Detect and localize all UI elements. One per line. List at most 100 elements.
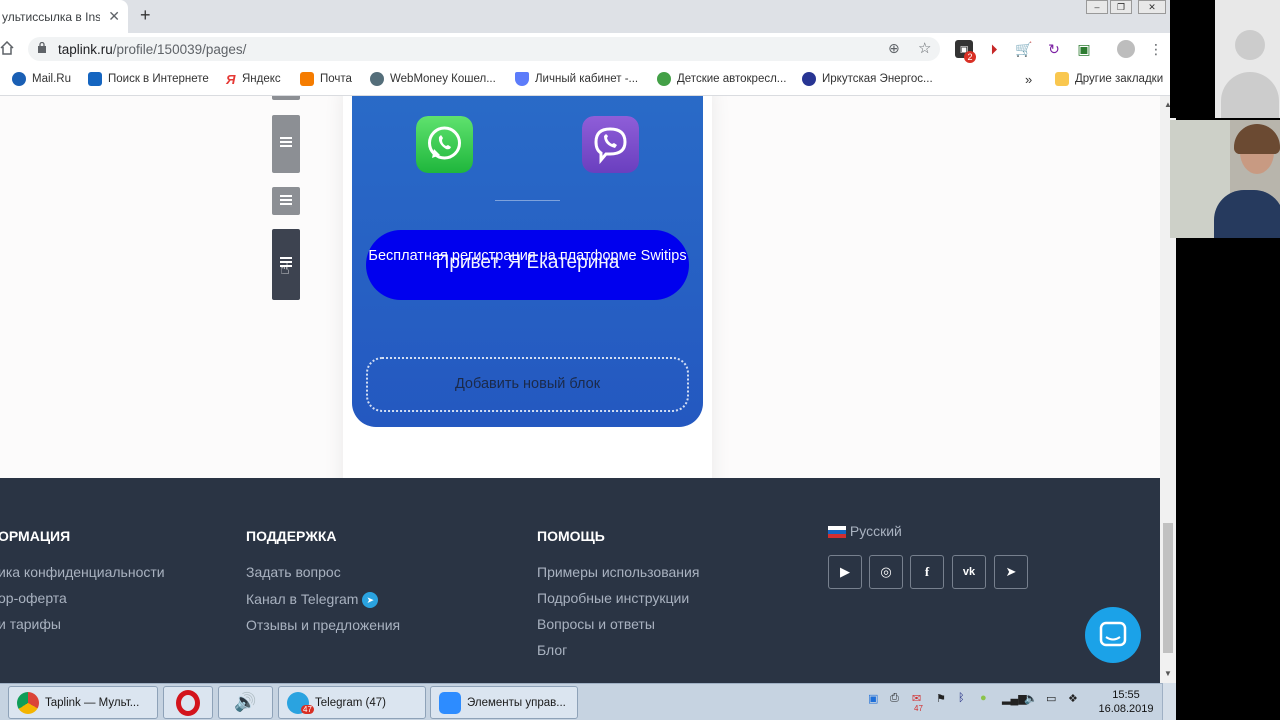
minimize-icon[interactable]: –: [1086, 0, 1108, 14]
drag-handle[interactable]: [272, 187, 300, 215]
url-path: /profile/150039/pages/: [112, 42, 247, 57]
footer-link-label: Канал в Telegram: [246, 591, 359, 607]
omnibox[interactable]: taplink.ru/profile/150039/pages/ ⊕ ☆: [28, 37, 940, 61]
person-body-icon: [1221, 72, 1279, 118]
instagram-icon[interactable]: ◎: [869, 555, 903, 589]
volume-icon[interactable]: 🔈: [1024, 692, 1038, 705]
registration-button[interactable]: Бесплатная регистрация на платформе Swit…: [366, 230, 689, 300]
footer-link[interactable]: Блог: [537, 642, 567, 658]
url-text[interactable]: taplink.ru/profile/150039/pages/: [58, 42, 246, 57]
scroll-down-icon[interactable]: ▼: [1164, 669, 1172, 678]
divider: [495, 200, 560, 201]
bookmark-label: WebMoney Кошел...: [390, 73, 496, 85]
add-icon[interactable]: ⊕: [888, 40, 900, 57]
battery-icon[interactable]: ▭: [1046, 692, 1056, 705]
tray-printer-icon[interactable]: ⎙: [890, 692, 899, 705]
system-clock[interactable]: 15:55 16.08.2019: [1096, 688, 1156, 716]
language-selector[interactable]: Русский: [828, 523, 902, 539]
taskbar-item-telegram[interactable]: Telegram (47) 47: [278, 686, 426, 719]
footer-link[interactable]: Отзывы и предложения: [246, 617, 400, 633]
bookmark-label: Иркутская Энергос...: [822, 73, 933, 85]
footer-link[interactable]: Примеры использования: [537, 564, 699, 580]
dots-icon: [657, 72, 671, 86]
footer-link[interactable]: и тарифы: [0, 616, 61, 632]
taskbar-item-opera[interactable]: [163, 686, 213, 719]
footer-link[interactable]: ика конфиденциальности: [0, 564, 165, 580]
person-icon: [1235, 30, 1265, 60]
bookmark-item[interactable]: Личный кабинет -...: [515, 72, 638, 86]
cart-icon[interactable]: 🛒: [1015, 40, 1033, 58]
chat-icon: [1099, 621, 1127, 647]
footer-link[interactable]: Канал в Telegram ➤: [246, 591, 379, 609]
bookmark-item[interactable]: WebMoney Кошел...: [370, 72, 496, 86]
opera-icon: [176, 689, 200, 716]
presenter-hair: [1234, 124, 1280, 154]
menu-icon[interactable]: ⋮: [1147, 40, 1165, 58]
network-icon[interactable]: ▂▄▆: [1002, 692, 1027, 705]
restore-icon[interactable]: ❐: [1110, 0, 1132, 14]
webcam-video: [1170, 120, 1280, 238]
bookmark-item[interactable]: Mail.Ru: [12, 72, 71, 86]
bookmark-item[interactable]: Иркутская Энергос...: [802, 72, 933, 86]
taskbar-item-chrome[interactable]: Taplink — Мульт...: [8, 686, 158, 719]
add-block-button[interactable]: Добавить новый блок: [366, 357, 689, 412]
footer-link[interactable]: Задать вопрос: [246, 564, 341, 580]
bookmark-label: Поиск в Интернете: [108, 73, 209, 85]
star-icon[interactable]: ☆: [918, 39, 931, 57]
new-tab-icon[interactable]: +: [140, 5, 151, 26]
tray-app-icon[interactable]: ●: [980, 692, 987, 704]
refresh-ext-icon[interactable]: ↻: [1045, 40, 1063, 58]
bookmark-item[interactable]: Поиск в Интернете: [88, 72, 209, 86]
lock-icon: [38, 42, 46, 53]
clock-date: 16.08.2019: [1098, 703, 1154, 715]
bookmark-label: Личный кабинет -...: [535, 73, 639, 85]
bookmarks-overflow[interactable]: »: [1025, 72, 1032, 87]
bookmark-label: Детские автокресл...: [677, 73, 787, 85]
footer-link[interactable]: Вопросы и ответы: [537, 616, 655, 632]
bluetooth-icon[interactable]: ᛒ: [958, 692, 965, 704]
viber-icon[interactable]: [582, 116, 639, 173]
drag-handle[interactable]: [272, 96, 300, 100]
taskbar-item-audio[interactable]: 🔊: [218, 686, 273, 719]
windows-taskbar: Taplink — Мульт... 🔊 Telegram (47) 47 Эл…: [0, 683, 1176, 720]
mail-icon: [300, 72, 314, 86]
tray-flag-icon[interactable]: ⚑: [936, 692, 946, 705]
bookmark-item[interactable]: Детские автокресл...: [657, 72, 786, 86]
taskbar-item-zoom[interactable]: Элементы управ...: [430, 686, 578, 719]
tab-close-icon[interactable]: ✕: [108, 8, 120, 25]
tray-zoom-icon[interactable]: ▣: [868, 692, 878, 705]
bookmark-label: Mail.Ru: [32, 73, 71, 85]
bookmark-label: Яндекс: [242, 73, 281, 85]
vk-icon[interactable]: vk: [952, 555, 986, 589]
footer-heading-info: ОРМАЦИЯ: [0, 528, 71, 544]
footer-link[interactable]: ор-оферта: [0, 590, 67, 606]
drag-icon: [280, 195, 292, 205]
whatsapp-icon[interactable]: [416, 116, 473, 173]
dropbox-icon[interactable]: ❖: [1068, 692, 1078, 705]
drag-handle-active[interactable]: ☝: [272, 229, 300, 300]
support-chat-button[interactable]: [1085, 607, 1141, 663]
bookmark-item[interactable]: Почта: [300, 72, 352, 86]
facebook-icon[interactable]: f: [910, 555, 944, 589]
briefcase-icon[interactable]: ▣: [1075, 40, 1093, 58]
hand-cursor-icon: ☝: [280, 261, 290, 278]
drag-icon: [280, 137, 292, 147]
scroll-thumb[interactable]: [1163, 523, 1173, 653]
avatar[interactable]: [1117, 40, 1135, 58]
show-desktop-button[interactable]: [1162, 683, 1176, 720]
other-bookmarks[interactable]: Другие закладки: [1055, 72, 1163, 86]
drag-handle[interactable]: [272, 115, 300, 173]
zoom-app-icon: [439, 691, 461, 714]
telegram-icon[interactable]: ➤: [994, 555, 1028, 589]
presenter-body: [1214, 190, 1280, 238]
window-close-icon[interactable]: ✕: [1138, 0, 1166, 14]
youtube-icon[interactable]: ▶: [828, 555, 862, 589]
browser-tab[interactable]: ультиссылка в Insta ✕: [0, 0, 128, 33]
bookmarks-bar: Mail.Ru Поиск в Интернете Я Яндекс Почта …: [0, 65, 1170, 96]
home-icon[interactable]: [0, 41, 14, 55]
footer-link[interactable]: Подробные инструкции: [537, 590, 689, 606]
taskbar-label: Элементы управ...: [467, 696, 566, 709]
video-ext-icon[interactable]: ⏵: [985, 40, 1003, 58]
language-label: Русский: [849, 523, 902, 539]
bookmark-item[interactable]: Я Яндекс: [226, 72, 281, 87]
